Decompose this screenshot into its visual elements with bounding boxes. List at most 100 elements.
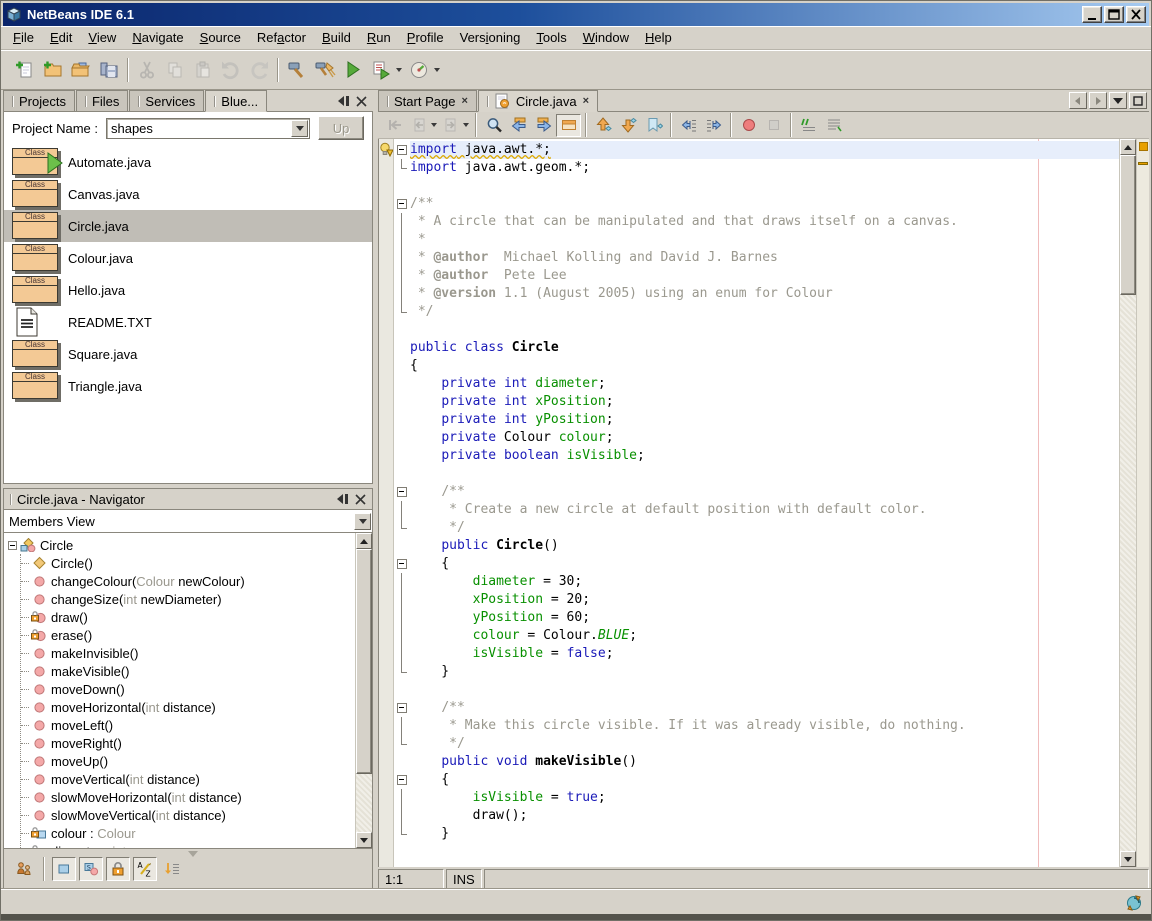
editor-tab-startpage[interactable]: Start Page× xyxy=(378,90,477,111)
minimize-panel-icon[interactable] xyxy=(337,95,350,107)
find-selection-button[interactable] xyxy=(481,114,506,137)
editor-scrollbar[interactable] xyxy=(1119,139,1136,867)
dropdown-arrow-icon[interactable] xyxy=(396,68,402,72)
code-line[interactable]: * A circle that can be manipulated and t… xyxy=(394,213,1119,231)
code-line[interactable]: /** xyxy=(394,195,1119,213)
member-slowmovehorizontal[interactable]: slowMoveHorizontal(int distance) xyxy=(21,788,355,806)
scroll-up-icon[interactable] xyxy=(356,533,372,549)
menu-file[interactable]: File xyxy=(5,27,42,48)
code-line[interactable]: isVisible = true; xyxy=(394,789,1119,807)
warning-status-icon[interactable] xyxy=(1139,142,1148,151)
member-erase[interactable]: erase() xyxy=(21,626,355,644)
close-panel-icon[interactable] xyxy=(356,96,367,107)
fold-margin[interactable] xyxy=(394,141,410,159)
navigator-scrollbar[interactable] xyxy=(355,533,372,848)
fold-margin[interactable] xyxy=(394,483,410,501)
menu-run[interactable]: Run xyxy=(359,27,399,48)
close-tab-icon[interactable]: × xyxy=(461,96,467,107)
code-line[interactable]: private int diameter; xyxy=(394,375,1119,393)
menu-help[interactable]: Help xyxy=(637,27,680,48)
member-slowmovevertical[interactable]: slowMoveVertical(int distance) xyxy=(21,806,355,824)
scroll-down-icon[interactable] xyxy=(1120,851,1136,867)
menu-window[interactable]: Window xyxy=(575,27,637,48)
code-line[interactable]: public void makeVisible() xyxy=(394,753,1119,771)
editor-tab-circlejava[interactable]: Circle.java× xyxy=(478,90,598,112)
code-line[interactable]: public class Circle xyxy=(394,339,1119,357)
comment-button[interactable] xyxy=(796,114,821,137)
menu-versioning[interactable]: Versioning xyxy=(452,27,529,48)
fold-margin[interactable] xyxy=(394,555,410,573)
sort-alpha-button[interactable]: AZ xyxy=(133,857,157,881)
warning-bulb-icon[interactable] xyxy=(379,142,393,157)
member-makeinvisible[interactable]: makeInvisible() xyxy=(21,644,355,662)
code-line[interactable]: * @author Michael Kolling and David J. B… xyxy=(394,249,1119,267)
code-line[interactable]: private int xPosition; xyxy=(394,393,1119,411)
show-inherited-button[interactable] xyxy=(12,857,36,881)
shift-left-button[interactable] xyxy=(676,114,701,137)
file-item-automate-java[interactable]: ClassAutomate.java xyxy=(4,146,372,178)
maximize-button[interactable] xyxy=(1104,6,1124,23)
tab-files[interactable]: Files xyxy=(76,90,128,111)
member-movehorizontal[interactable]: moveHorizontal(int distance) xyxy=(21,698,355,716)
combo-dropdown-icon[interactable] xyxy=(291,120,308,137)
code-line[interactable]: { xyxy=(394,771,1119,789)
show-statics-button[interactable]: S xyxy=(79,857,103,881)
run-project-button[interactable] xyxy=(339,56,367,84)
code-line[interactable]: } xyxy=(394,663,1119,681)
menu-source[interactable]: Source xyxy=(192,27,249,48)
fold-margin[interactable] xyxy=(394,771,410,789)
code-line[interactable]: /** xyxy=(394,699,1119,717)
dropdown-arrow-icon[interactable] xyxy=(434,68,440,72)
tree-expander-icon[interactable] xyxy=(8,541,17,550)
shift-right-button[interactable] xyxy=(701,114,726,137)
show-non-public-button[interactable] xyxy=(106,857,130,881)
member-colour[interactable]: colour : Colour xyxy=(21,824,355,842)
member-makevisible[interactable]: makeVisible() xyxy=(21,662,355,680)
find-previous-button[interactable] xyxy=(506,114,531,137)
file-item-readme-txt[interactable]: README.TXT xyxy=(4,306,372,338)
code-line[interactable]: private Colour colour; xyxy=(394,429,1119,447)
tab-services[interactable]: Services xyxy=(129,90,204,111)
member-moveright[interactable]: moveRight() xyxy=(21,734,355,752)
tab-blue[interactable]: Blue... xyxy=(205,90,267,112)
code-line[interactable]: } xyxy=(394,825,1119,843)
new-project-button[interactable] xyxy=(39,56,67,84)
tab-scroll-left-icon[interactable] xyxy=(1069,92,1087,109)
code-line[interactable]: { xyxy=(394,357,1119,375)
error-stripe[interactable] xyxy=(1136,139,1149,867)
member-movevertical[interactable]: moveVertical(int distance) xyxy=(21,770,355,788)
member-circle[interactable]: Circle xyxy=(8,536,355,554)
dropdown-arrow-icon[interactable] xyxy=(431,123,437,127)
toggle-highlight-button[interactable] xyxy=(556,114,581,137)
code-line[interactable]: isVisible = false; xyxy=(394,645,1119,663)
close-button[interactable] xyxy=(1126,6,1146,23)
code-line[interactable]: * Create a new circle at default positio… xyxy=(394,501,1119,519)
build-project-button[interactable] xyxy=(283,56,311,84)
member-circle[interactable]: Circle() xyxy=(21,554,355,572)
menu-tools[interactable]: Tools xyxy=(528,27,574,48)
code-line[interactable]: /** xyxy=(394,483,1119,501)
code-line[interactable]: * @author Pete Lee xyxy=(394,267,1119,285)
profile-project-button[interactable] xyxy=(405,56,443,84)
resize-grip-icon[interactable] xyxy=(188,851,198,857)
fold-margin[interactable] xyxy=(394,195,410,213)
save-all-button[interactable] xyxy=(95,56,123,84)
scroll-up-icon[interactable] xyxy=(1120,139,1136,155)
minimize-button[interactable] xyxy=(1082,6,1102,23)
menu-refactor[interactable]: Refactor xyxy=(249,27,314,48)
open-project-button[interactable] xyxy=(67,56,95,84)
dropdown-arrow-icon[interactable] xyxy=(463,123,469,127)
code-line[interactable] xyxy=(394,465,1119,483)
code-line[interactable]: */ xyxy=(394,735,1119,753)
file-item-hello-java[interactable]: ClassHello.java xyxy=(4,274,372,306)
member-changesize[interactable]: changeSize(int newDiameter) xyxy=(21,590,355,608)
tab-scroll-right-icon[interactable] xyxy=(1089,92,1107,109)
code-line[interactable]: import java.awt.*; xyxy=(394,141,1119,159)
file-item-triangle-java[interactable]: ClassTriangle.java xyxy=(4,370,372,402)
code-line[interactable]: { xyxy=(394,555,1119,573)
member-moveup[interactable]: moveUp() xyxy=(21,752,355,770)
code-line[interactable] xyxy=(394,177,1119,195)
find-next-button[interactable] xyxy=(531,114,556,137)
minimize-panel-icon[interactable] xyxy=(336,493,349,505)
code-line[interactable]: private boolean isVisible; xyxy=(394,447,1119,465)
